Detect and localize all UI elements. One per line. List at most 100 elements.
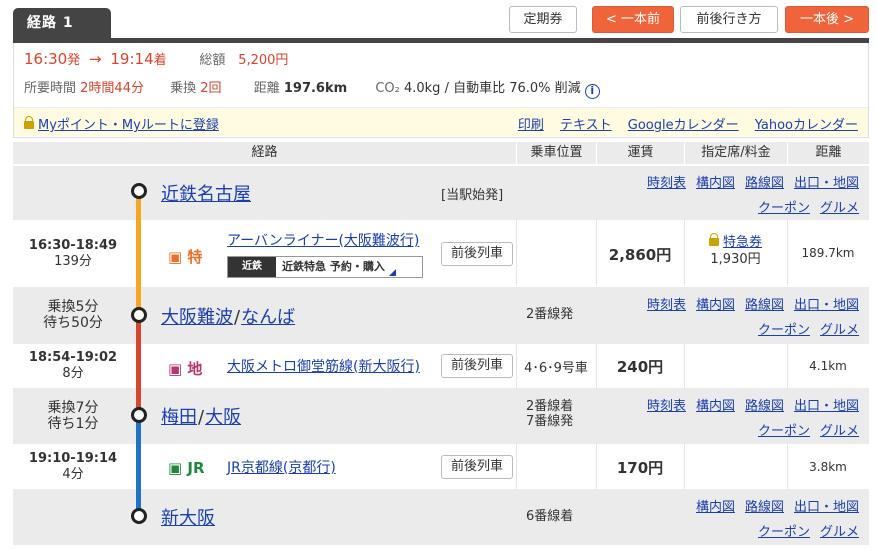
register-link-label[interactable]: Myポイント・Myルートに登録 bbox=[38, 118, 219, 133]
subway-icon: ▣ 地 bbox=[168, 360, 203, 378]
station-map-link[interactable]: 構内図 bbox=[696, 298, 735, 313]
express-ticket-link[interactable]: 特急券 bbox=[723, 235, 762, 250]
total-label: 総額 bbox=[199, 53, 226, 68]
summary-times: 16:30発 → 19:14着 総額 5,200円 bbox=[24, 49, 288, 68]
header-fare: 運賃 bbox=[596, 142, 684, 164]
station-map-link[interactable]: 構内図 bbox=[696, 176, 735, 191]
nearby-trains-button[interactable]: 前後列車 bbox=[441, 242, 513, 266]
coupon-link[interactable]: クーポン bbox=[758, 525, 810, 540]
summary-details: 所要時間 2時間44分 乗換 2回 距離 197.6km CO₂ 4.0kg /… bbox=[24, 77, 600, 99]
gourmet-link[interactable]: グルメ bbox=[820, 424, 859, 439]
station-links: 時刻表 構内図 路線図 出口・地図 bbox=[637, 395, 859, 414]
section-time: 18:54-19:02 8分 bbox=[28, 350, 118, 381]
limited-express-icon: ▣ 特 bbox=[168, 248, 203, 266]
route-map-link[interactable]: 路線図 bbox=[745, 176, 784, 191]
platform: 6番線着 bbox=[526, 509, 574, 524]
distance: 189.7km bbox=[801, 246, 855, 260]
line-name-link[interactable]: アーバンライナー(大阪難波行) bbox=[227, 230, 419, 250]
nearby-trains-button[interactable]: 前後列車 bbox=[441, 455, 513, 479]
fare: 240円 bbox=[616, 358, 664, 376]
fare: 2,860円 bbox=[608, 246, 672, 264]
exit-map-link[interactable]: 出口・地図 bbox=[794, 298, 859, 313]
prev-train-button[interactable]: < 一本前 bbox=[592, 6, 674, 33]
depart-suffix: 発 bbox=[67, 53, 81, 68]
coupon-link[interactable]: クーポン bbox=[758, 424, 810, 439]
section-row: 19:10-19:14 4分 ▣ JR JR京都線(京都行) 前後列車 170円 … bbox=[13, 444, 869, 489]
distance-value: 197.6km bbox=[283, 81, 348, 96]
station-links-2: クーポン グルメ bbox=[748, 521, 859, 540]
origin-note: [当駅始発] bbox=[441, 188, 504, 203]
co2-value: 4.0kg / 自動車比 76.0% 削減 bbox=[403, 81, 581, 96]
duration-value: 2時間44分 bbox=[80, 81, 144, 96]
section-row: 16:30-18:49 139分 ▣ 特 アーバンライナー(大阪難波行) 近鉄 近鉄… bbox=[13, 220, 869, 286]
station-links-2: クーポン グルメ bbox=[748, 197, 859, 216]
station-name[interactable]: 近鉄名古屋 bbox=[161, 180, 251, 206]
transfer-label: 乗換 bbox=[170, 81, 197, 96]
gourmet-link[interactable]: グルメ bbox=[820, 525, 859, 540]
exit-map-link[interactable]: 出口・地図 bbox=[794, 176, 859, 191]
action-bar: Myポイント・Myルートに登録 印刷 テキスト Googleカレンダー Yaho… bbox=[14, 107, 868, 136]
around-route-button[interactable]: 前後行き方 bbox=[680, 6, 778, 33]
station-map-link[interactable]: 構内図 bbox=[696, 399, 735, 414]
nearby-trains-button[interactable]: 前後列車 bbox=[441, 354, 513, 378]
header-reserved: 指定席/料金 bbox=[684, 142, 787, 164]
info-icon[interactable]: i bbox=[584, 84, 600, 99]
station-name[interactable]: 梅田/大阪 bbox=[161, 403, 241, 429]
platform: 2番線着 7番線発 bbox=[526, 399, 574, 429]
platform: 2番線発 bbox=[526, 307, 574, 322]
arrive-time: 19:14 bbox=[110, 50, 154, 68]
gourmet-link[interactable]: グルメ bbox=[820, 323, 859, 338]
timetable-link[interactable]: 時刻表 bbox=[647, 176, 686, 191]
station-dot bbox=[131, 307, 147, 323]
next-train-button[interactable]: 一本後 > bbox=[785, 6, 869, 33]
timetable-link[interactable]: 時刻表 bbox=[647, 298, 686, 313]
text-link[interactable]: テキスト bbox=[560, 118, 612, 133]
exit-map-link[interactable]: 出口・地図 bbox=[794, 399, 859, 414]
coupon-link[interactable]: クーポン bbox=[758, 323, 810, 338]
coupon-link[interactable]: クーポン bbox=[758, 201, 810, 216]
route-table-header: 経路 乗車位置 運賃 指定席/料金 距離 bbox=[13, 142, 869, 164]
kintetsu-logo: 近鉄 bbox=[228, 257, 276, 277]
route-map-link[interactable]: 路線図 bbox=[745, 298, 784, 313]
route-summary: 16:30発 → 19:14着 総額 5,200円 所要時間 2時間44分 乗換… bbox=[13, 43, 869, 138]
banner-text: 近鉄特急 予約・購入 bbox=[282, 260, 385, 273]
route-map-link[interactable]: 路線図 bbox=[745, 500, 784, 515]
route-tab[interactable]: 経路 1 bbox=[13, 8, 111, 38]
station-links: 構内図 路線図 出口・地図 bbox=[686, 496, 859, 515]
distance: 4.1km bbox=[809, 359, 847, 373]
station-links-2: クーポン グルメ bbox=[748, 319, 859, 338]
station-dot bbox=[131, 183, 147, 199]
exit-map-link[interactable]: 出口・地図 bbox=[794, 500, 859, 515]
line-name-link[interactable]: 大阪メトロ御堂筋線(新大阪行) bbox=[227, 356, 420, 376]
section-time: 19:10-19:14 4分 bbox=[28, 451, 118, 482]
jr-line-segment bbox=[136, 415, 141, 517]
header-distance: 距離 bbox=[787, 142, 869, 164]
distance-label: 距離 bbox=[253, 81, 280, 96]
route-map-link[interactable]: 路線図 bbox=[745, 399, 784, 414]
teiki-button[interactable]: 定期券 bbox=[509, 6, 577, 33]
header-position: 乗車位置 bbox=[516, 142, 596, 164]
register-link[interactable]: Myポイント・Myルートに登録 bbox=[24, 114, 219, 133]
line-name-link[interactable]: JR京都線(京都行) bbox=[227, 457, 336, 477]
station-name[interactable]: 大阪難波/なんば bbox=[161, 303, 295, 329]
header-route: 経路 bbox=[251, 145, 278, 160]
station-map-link[interactable]: 構内図 bbox=[696, 500, 735, 515]
depart-time: 16:30 bbox=[24, 50, 68, 68]
kintetsu-line-segment bbox=[136, 191, 141, 315]
station-dot bbox=[131, 508, 147, 524]
station-links: 時刻表 構内図 路線図 出口・地図 bbox=[637, 172, 859, 191]
print-link[interactable]: 印刷 bbox=[518, 118, 544, 133]
yahoo-calendar-link[interactable]: Yahooカレンダー bbox=[755, 118, 858, 133]
transfer-value: 2回 bbox=[200, 81, 222, 96]
section-time: 16:30-18:49 139分 bbox=[28, 238, 118, 269]
reserve-banner[interactable]: 近鉄 近鉄特急 予約・購入 bbox=[227, 256, 423, 278]
google-calendar-link[interactable]: Googleカレンダー bbox=[628, 118, 739, 133]
station-dot bbox=[131, 407, 147, 423]
export-links: 印刷 テキスト Googleカレンダー Yahooカレンダー bbox=[506, 114, 858, 133]
timetable-link[interactable]: 時刻表 bbox=[647, 399, 686, 414]
lock-icon bbox=[24, 116, 34, 129]
gourmet-link[interactable]: グルメ bbox=[820, 201, 859, 216]
station-name[interactable]: 新大阪 bbox=[161, 504, 215, 530]
distance: 3.8km bbox=[809, 460, 847, 474]
station-links: 時刻表 構内図 路線図 出口・地図 bbox=[637, 294, 859, 313]
